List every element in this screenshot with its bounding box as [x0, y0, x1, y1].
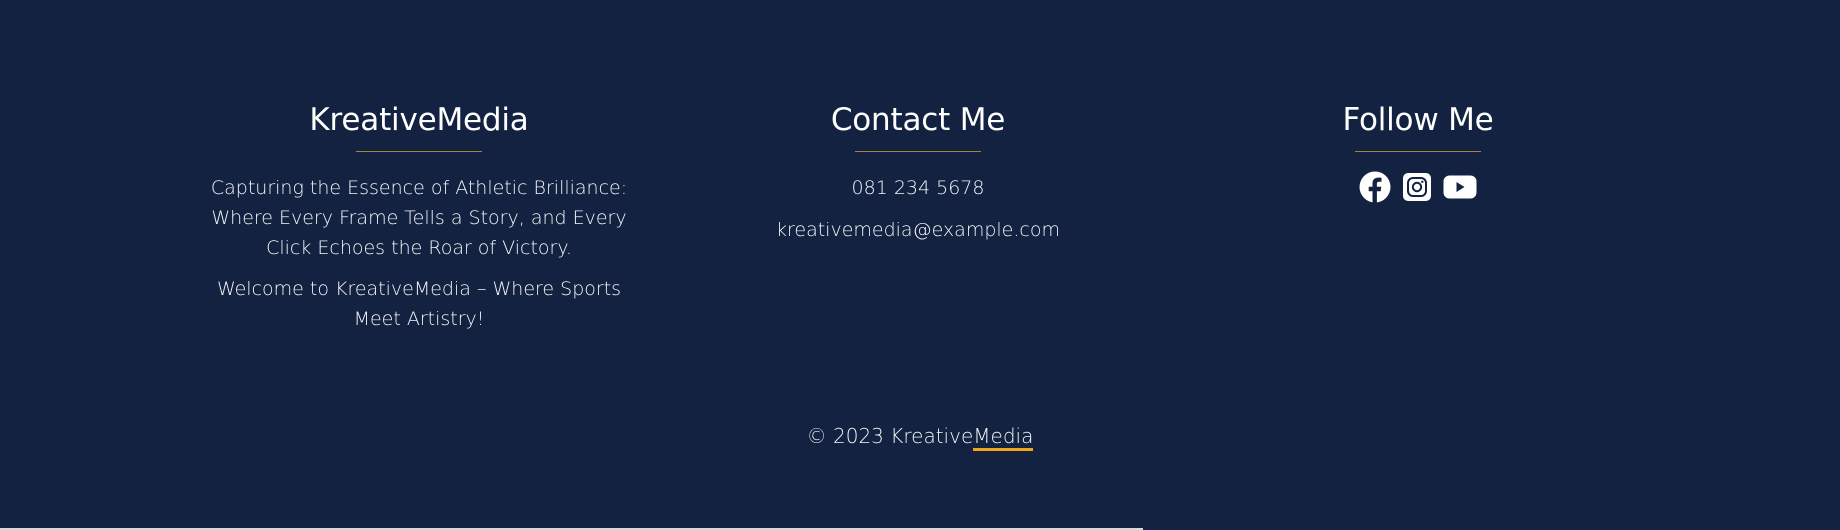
youtube-icon: [1443, 175, 1477, 199]
contact-heading-divider: [855, 151, 981, 152]
copyright-text: © 2023 Kreative: [806, 424, 974, 448]
instagram-link[interactable]: [1402, 171, 1432, 203]
copyright-brand-link[interactable]: Media: [973, 424, 1034, 451]
follow-heading-divider: [1355, 151, 1481, 152]
contact-heading: Contact Me: [830, 102, 1006, 138]
youtube-link[interactable]: [1443, 171, 1477, 203]
contact-phone: 081 234 5678: [851, 177, 985, 199]
footer-brand-column: KreativeMedia Capturing the Essence of A…: [179, 98, 659, 334]
brand-tagline: Capturing the Essence of Athletic Brilli…: [210, 177, 628, 259]
brand-heading-divider: [356, 151, 482, 152]
footer-contact-column: Contact Me 081 234 5678 kreativemedia@ex…: [678, 98, 1158, 245]
social-links: [1178, 171, 1658, 203]
facebook-icon: [1359, 171, 1391, 203]
instagram-icon: [1403, 173, 1431, 201]
footer-follow-column: Follow Me: [1178, 98, 1658, 203]
site-footer: KreativeMedia Capturing the Essence of A…: [0, 0, 1840, 530]
facebook-link[interactable]: [1359, 171, 1391, 203]
copyright-notice: © 2023 KreativeMedia: [0, 421, 1840, 451]
brand-heading: KreativeMedia: [309, 102, 529, 138]
brand-welcome-text: Welcome to KreativeMedia – Where Sports …: [216, 278, 622, 330]
follow-heading: Follow Me: [1342, 102, 1494, 138]
contact-email: kreativemedia@example.com: [776, 219, 1060, 241]
